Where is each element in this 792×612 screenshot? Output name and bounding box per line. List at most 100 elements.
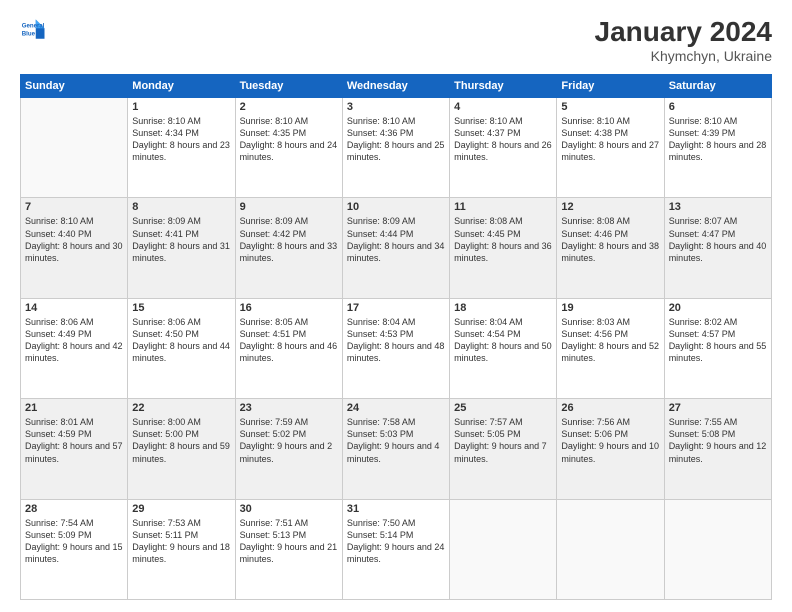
calendar-cell: 26 Sunrise: 7:56 AMSunset: 5:06 PMDayligh…: [557, 399, 664, 499]
day-info: Sunrise: 7:50 AMSunset: 5:14 PMDaylight:…: [347, 517, 445, 566]
day-info: Sunrise: 8:10 AMSunset: 4:40 PMDaylight:…: [25, 215, 123, 264]
day-number: 15: [132, 302, 230, 314]
calendar-cell: 28 Sunrise: 7:54 AMSunset: 5:09 PMDayligh…: [21, 499, 128, 599]
day-number: 21: [25, 402, 123, 414]
day-info: Sunrise: 7:58 AMSunset: 5:03 PMDaylight:…: [347, 416, 445, 465]
day-number: 8: [132, 201, 230, 213]
day-info: Sunrise: 8:09 AMSunset: 4:41 PMDaylight:…: [132, 215, 230, 264]
day-header-wednesday: Wednesday: [342, 75, 449, 98]
day-number: 28: [25, 503, 123, 515]
day-header-thursday: Thursday: [450, 75, 557, 98]
day-header-friday: Friday: [557, 75, 664, 98]
calendar-cell: 11 Sunrise: 8:08 AMSunset: 4:45 PMDayligh…: [450, 198, 557, 298]
day-number: 26: [561, 402, 659, 414]
calendar-cell: [21, 98, 128, 198]
day-info: Sunrise: 8:08 AMSunset: 4:45 PMDaylight:…: [454, 215, 552, 264]
day-number: 17: [347, 302, 445, 314]
day-info: Sunrise: 7:55 AMSunset: 5:08 PMDaylight:…: [669, 416, 767, 465]
day-number: 20: [669, 302, 767, 314]
day-info: Sunrise: 8:00 AMSunset: 5:00 PMDaylight:…: [132, 416, 230, 465]
calendar-cell: 16 Sunrise: 8:05 AMSunset: 4:51 PMDayligh…: [235, 298, 342, 398]
page: General Blue January 2024 Khymchyn, Ukra…: [0, 0, 792, 612]
day-info: Sunrise: 8:08 AMSunset: 4:46 PMDaylight:…: [561, 215, 659, 264]
day-number: 16: [240, 302, 338, 314]
day-info: Sunrise: 8:10 AMSunset: 4:38 PMDaylight:…: [561, 115, 659, 164]
calendar-cell: 15 Sunrise: 8:06 AMSunset: 4:50 PMDayligh…: [128, 298, 235, 398]
calendar-cell: 10 Sunrise: 8:09 AMSunset: 4:44 PMDayligh…: [342, 198, 449, 298]
day-number: 4: [454, 101, 552, 113]
day-info: Sunrise: 8:10 AMSunset: 4:37 PMDaylight:…: [454, 115, 552, 164]
day-info: Sunrise: 8:10 AMSunset: 4:36 PMDaylight:…: [347, 115, 445, 164]
day-info: Sunrise: 8:02 AMSunset: 4:57 PMDaylight:…: [669, 316, 767, 365]
title-block: January 2024 Khymchyn, Ukraine: [595, 16, 772, 64]
calendar-cell: 3 Sunrise: 8:10 AMSunset: 4:36 PMDaylight…: [342, 98, 449, 198]
calendar-cell: 23Sunrise: 7:59 AMSunset: 5:02 PMDayligh…: [235, 399, 342, 499]
calendar-cell: 14 Sunrise: 8:06 AMSunset: 4:49 PMDayligh…: [21, 298, 128, 398]
day-info: Sunrise: 8:10 AMSunset: 4:35 PMDaylight:…: [240, 115, 338, 164]
calendar-cell: [664, 499, 771, 599]
subtitle: Khymchyn, Ukraine: [595, 48, 772, 64]
day-number: 3: [347, 101, 445, 113]
day-number: 30: [240, 503, 338, 515]
day-header-tuesday: Tuesday: [235, 75, 342, 98]
day-number: 23: [240, 402, 338, 414]
day-info: Sunrise: 8:03 AMSunset: 4:56 PMDaylight:…: [561, 316, 659, 365]
day-header-monday: Monday: [128, 75, 235, 98]
calendar-cell: 29 Sunrise: 7:53 AMSunset: 5:11 PMDayligh…: [128, 499, 235, 599]
calendar-cell: 22 Sunrise: 8:00 AMSunset: 5:00 PMDayligh…: [128, 399, 235, 499]
day-info: Sunrise: 8:09 AMSunset: 4:44 PMDaylight:…: [347, 215, 445, 264]
day-number: 14: [25, 302, 123, 314]
calendar-cell: [450, 499, 557, 599]
calendar-cell: 30Sunrise: 7:51 AMSunset: 5:13 PMDayligh…: [235, 499, 342, 599]
day-info: Sunrise: 8:10 AMSunset: 4:34 PMDaylight:…: [132, 115, 230, 164]
calendar-cell: 8 Sunrise: 8:09 AMSunset: 4:41 PMDaylight…: [128, 198, 235, 298]
calendar-cell: 31 Sunrise: 7:50 AMSunset: 5:14 PMDayligh…: [342, 499, 449, 599]
day-number: 5: [561, 101, 659, 113]
logo: General Blue: [20, 16, 48, 44]
day-number: 1: [132, 101, 230, 113]
day-number: 27: [669, 402, 767, 414]
calendar-cell: 13Sunrise: 8:07 AMSunset: 4:47 PMDayligh…: [664, 198, 771, 298]
calendar-cell: 1 Sunrise: 8:10 AMSunset: 4:34 PMDaylight…: [128, 98, 235, 198]
day-number: 6: [669, 101, 767, 113]
calendar-week-row: 28 Sunrise: 7:54 AMSunset: 5:09 PMDayligh…: [21, 499, 772, 599]
calendar-cell: 18Sunrise: 8:04 AMSunset: 4:54 PMDayligh…: [450, 298, 557, 398]
day-number: 11: [454, 201, 552, 213]
day-info: Sunrise: 8:06 AMSunset: 4:49 PMDaylight:…: [25, 316, 123, 365]
day-number: 2: [240, 101, 338, 113]
day-info: Sunrise: 7:56 AMSunset: 5:06 PMDaylight:…: [561, 416, 659, 465]
day-info: Sunrise: 7:54 AMSunset: 5:09 PMDaylight:…: [25, 517, 123, 566]
calendar-week-row: 14 Sunrise: 8:06 AMSunset: 4:49 PMDayligh…: [21, 298, 772, 398]
day-number: 12: [561, 201, 659, 213]
calendar-cell: 24Sunrise: 7:58 AMSunset: 5:03 PMDayligh…: [342, 399, 449, 499]
calendar-cell: 4 Sunrise: 8:10 AMSunset: 4:37 PMDaylight…: [450, 98, 557, 198]
day-info: Sunrise: 7:53 AMSunset: 5:11 PMDaylight:…: [132, 517, 230, 566]
calendar-cell: 25 Sunrise: 7:57 AMSunset: 5:05 PMDayligh…: [450, 399, 557, 499]
day-number: 31: [347, 503, 445, 515]
calendar-cell: 6 Sunrise: 8:10 AMSunset: 4:39 PMDaylight…: [664, 98, 771, 198]
day-number: 13: [669, 201, 767, 213]
day-number: 19: [561, 302, 659, 314]
day-number: 7: [25, 201, 123, 213]
day-info: Sunrise: 8:09 AMSunset: 4:42 PMDaylight:…: [240, 215, 338, 264]
day-number: 22: [132, 402, 230, 414]
day-info: Sunrise: 8:05 AMSunset: 4:51 PMDaylight:…: [240, 316, 338, 365]
day-number: 25: [454, 402, 552, 414]
day-info: Sunrise: 8:06 AMSunset: 4:50 PMDaylight:…: [132, 316, 230, 365]
day-info: Sunrise: 8:01 AMSunset: 4:59 PMDaylight:…: [25, 416, 123, 465]
day-info: Sunrise: 8:04 AMSunset: 4:53 PMDaylight:…: [347, 316, 445, 365]
day-info: Sunrise: 8:10 AMSunset: 4:39 PMDaylight:…: [669, 115, 767, 164]
calendar-cell: 20 Sunrise: 8:02 AMSunset: 4:57 PMDayligh…: [664, 298, 771, 398]
calendar-cell: 19 Sunrise: 8:03 AMSunset: 4:56 PMDayligh…: [557, 298, 664, 398]
header: General Blue January 2024 Khymchyn, Ukra…: [20, 16, 772, 64]
day-header-saturday: Saturday: [664, 75, 771, 98]
day-info: Sunrise: 7:57 AMSunset: 5:05 PMDaylight:…: [454, 416, 552, 465]
calendar-week-row: 7 Sunrise: 8:10 AMSunset: 4:40 PMDaylight…: [21, 198, 772, 298]
day-number: 10: [347, 201, 445, 213]
day-info: Sunrise: 8:04 AMSunset: 4:54 PMDaylight:…: [454, 316, 552, 365]
calendar-table: SundayMondayTuesdayWednesdayThursdayFrid…: [20, 74, 772, 600]
day-number: 29: [132, 503, 230, 515]
calendar-cell: 27 Sunrise: 7:55 AMSunset: 5:08 PMDayligh…: [664, 399, 771, 499]
calendar-week-row: 21 Sunrise: 8:01 AMSunset: 4:59 PMDayligh…: [21, 399, 772, 499]
calendar-cell: 21 Sunrise: 8:01 AMSunset: 4:59 PMDayligh…: [21, 399, 128, 499]
